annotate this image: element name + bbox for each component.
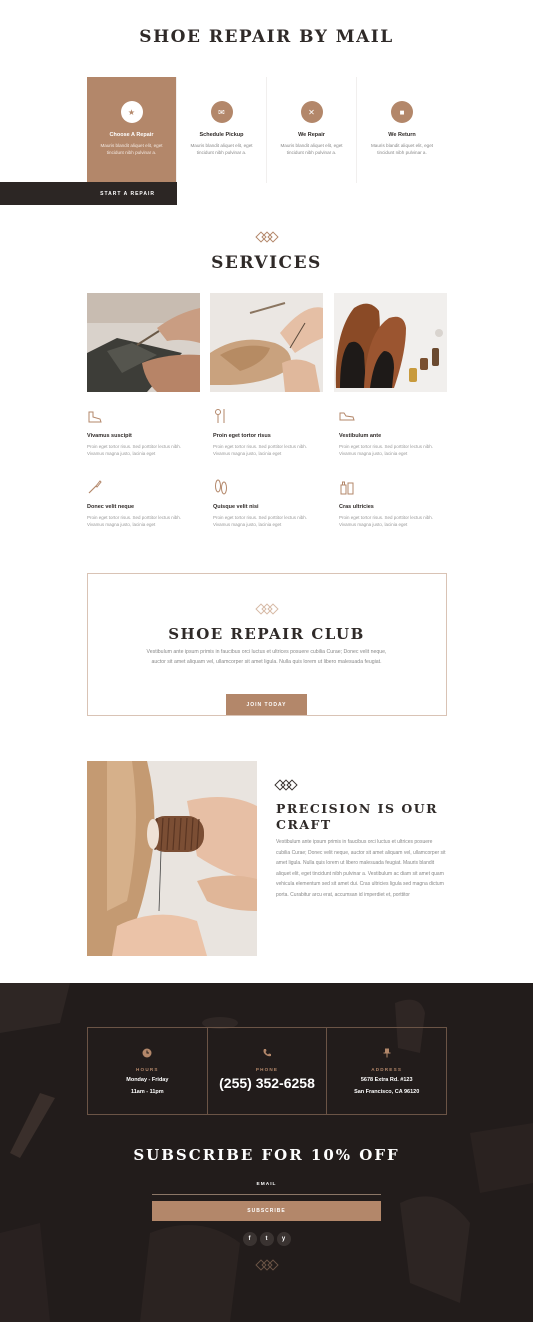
step-title: Schedule Pickup [199, 132, 244, 138]
precision-title: PRECISION IS OUR CRAFT [276, 801, 439, 832]
service-title: Quisque velit nisi [213, 504, 259, 510]
step-we-repair[interactable]: ✕ We Repair Mauris blandit aliquet elit,… [267, 77, 357, 183]
soles-icon [215, 479, 227, 495]
polish-bottle-icon [340, 481, 354, 495]
brush-icon [88, 480, 102, 494]
subscribe-title: SUBSCRIBE FOR 10% OFF [133, 1146, 400, 1164]
diamond-logo-icon [0, 231, 533, 243]
tools-icon: ✕ [300, 101, 323, 123]
repair-steps: ★ Choose A Repair Mauris blandit aliquet… [87, 77, 447, 183]
phone-icon [263, 1049, 271, 1057]
join-today-button[interactable]: JOIN TODAY [226, 694, 307, 715]
mail-section-title: SHOE REPAIR BY MAIL [139, 27, 394, 47]
hours-column: HOURS Monday - Friday 11am - 11pm [88, 1028, 208, 1114]
service-item[interactable]: Cras ultricies Proin eget tortor risus. … [339, 479, 447, 528]
service-item[interactable]: Quisque velit nisi Proin eget tortor ris… [213, 479, 339, 528]
shoe-last-image [210, 293, 323, 392]
service-text: Proin eget tortor risus. Sed porttitor l… [339, 444, 434, 456]
star-icon: ★ [120, 101, 143, 123]
service-title: Donec velit neque [87, 504, 135, 510]
email-field[interactable] [152, 1194, 381, 1195]
step-schedule-pickup[interactable]: ✉ Schedule Pickup Mauris blandit aliquet… [177, 77, 267, 183]
step-text: Mauris blandit aliquet elit, eget tincid… [190, 143, 253, 155]
address-line-1: 5678 Extra Rd. #123 [360, 1077, 413, 1083]
social-links: f t y [0, 1232, 533, 1246]
service-text: Proin eget tortor risus. Sed porttitor l… [339, 515, 434, 527]
hours-time: 11am - 11pm [130, 1089, 164, 1095]
address-line-2: San Francisco, CA 96120 [354, 1089, 420, 1095]
phone-number[interactable]: (255) 352-6258 [208, 1075, 327, 1091]
service-text: Proin eget tortor risus. Sed porttitor l… [213, 444, 308, 456]
facebook-icon[interactable]: f [242, 1232, 257, 1246]
package-icon: ■ [391, 101, 413, 123]
service-item[interactable]: Proin eget tortor risus Proin eget torto… [213, 408, 339, 457]
step-text: Mauris blandit aliquet elit, eget tincid… [100, 143, 163, 155]
services-grid: Vivamus suscipit Proin eget tortor risus… [87, 408, 447, 528]
service-item[interactable]: Vivamus suscipit Proin eget tortor risus… [87, 408, 213, 457]
clock-icon [142, 1048, 152, 1058]
service-title: Vestibulum ante [339, 433, 382, 439]
service-text: Proin eget tortor risus. Sed porttitor l… [213, 515, 308, 527]
service-title: Proin eget tortor risus [213, 433, 271, 439]
step-title: We Return [388, 132, 416, 138]
hours-days: Monday - Friday [126, 1077, 169, 1083]
step-text: Mauris blandit aliquet elit, eget tincid… [370, 143, 434, 155]
service-item[interactable]: Vestibulum ante Proin eget tortor risus.… [339, 408, 447, 457]
diamond-logo-icon [0, 603, 533, 615]
club-title: SHOE REPAIR CLUB [168, 625, 365, 643]
leather-shoes-image [334, 293, 447, 392]
precision-text: Vestibulum ante ipsum primis in faucibus… [276, 839, 446, 898]
step-choose-repair[interactable]: ★ Choose A Repair Mauris blandit aliquet… [87, 77, 177, 183]
step-title: We Repair [298, 132, 325, 138]
address-column: ADDRESS 5678 Extra Rd. #123 San Francisc… [327, 1028, 446, 1114]
service-text: Proin eget tortor risus. Sed porttitor l… [87, 444, 182, 456]
phone-label: PHONE [255, 1067, 279, 1072]
envelope-icon: ✉ [210, 101, 233, 123]
diamond-logo-icon [0, 1259, 533, 1271]
subscribe-button[interactable]: SUBSCRIBE [152, 1201, 381, 1221]
thread-spool-image [87, 761, 257, 956]
services-title: SERVICES [211, 253, 322, 273]
boot-icon [88, 411, 102, 423]
step-title: Choose A Repair [109, 132, 154, 138]
step-we-return[interactable]: ■ We Return Mauris blandit aliquet elit,… [357, 77, 447, 183]
service-title: Vivamus suscipit [87, 433, 132, 439]
footer: HOURS Monday - Friday 11am - 11pm PHONE … [0, 983, 533, 1322]
needle-thread-icon [215, 409, 225, 423]
email-field-label: EMAIL [256, 1182, 277, 1187]
step-text: Mauris blandit aliquet elit, eget tincid… [280, 143, 343, 155]
contact-info-box: HOURS Monday - Friday 11am - 11pm PHONE … [87, 1027, 447, 1115]
twitter-icon[interactable]: t [259, 1232, 274, 1246]
address-label: ADDRESS [371, 1067, 403, 1072]
start-repair-button[interactable]: START A REPAIR [0, 182, 177, 205]
pin-icon [383, 1048, 391, 1058]
service-text: Proin eget tortor risus. Sed porttitor l… [87, 515, 182, 527]
phone-column: PHONE (255) 352-6258 [208, 1028, 328, 1114]
service-item[interactable]: Donec velit neque Proin eget tortor risu… [87, 479, 213, 528]
youtube-icon[interactable]: y [276, 1232, 291, 1246]
club-text: Vestibulum ante ipsum primis in faucibus… [146, 649, 387, 665]
hours-label: HOURS [136, 1067, 159, 1072]
diamond-logo-icon [274, 779, 298, 791]
service-title: Cras ultricies [339, 504, 374, 510]
leather-cutting-image [87, 293, 200, 392]
shoe-icon [339, 412, 355, 421]
